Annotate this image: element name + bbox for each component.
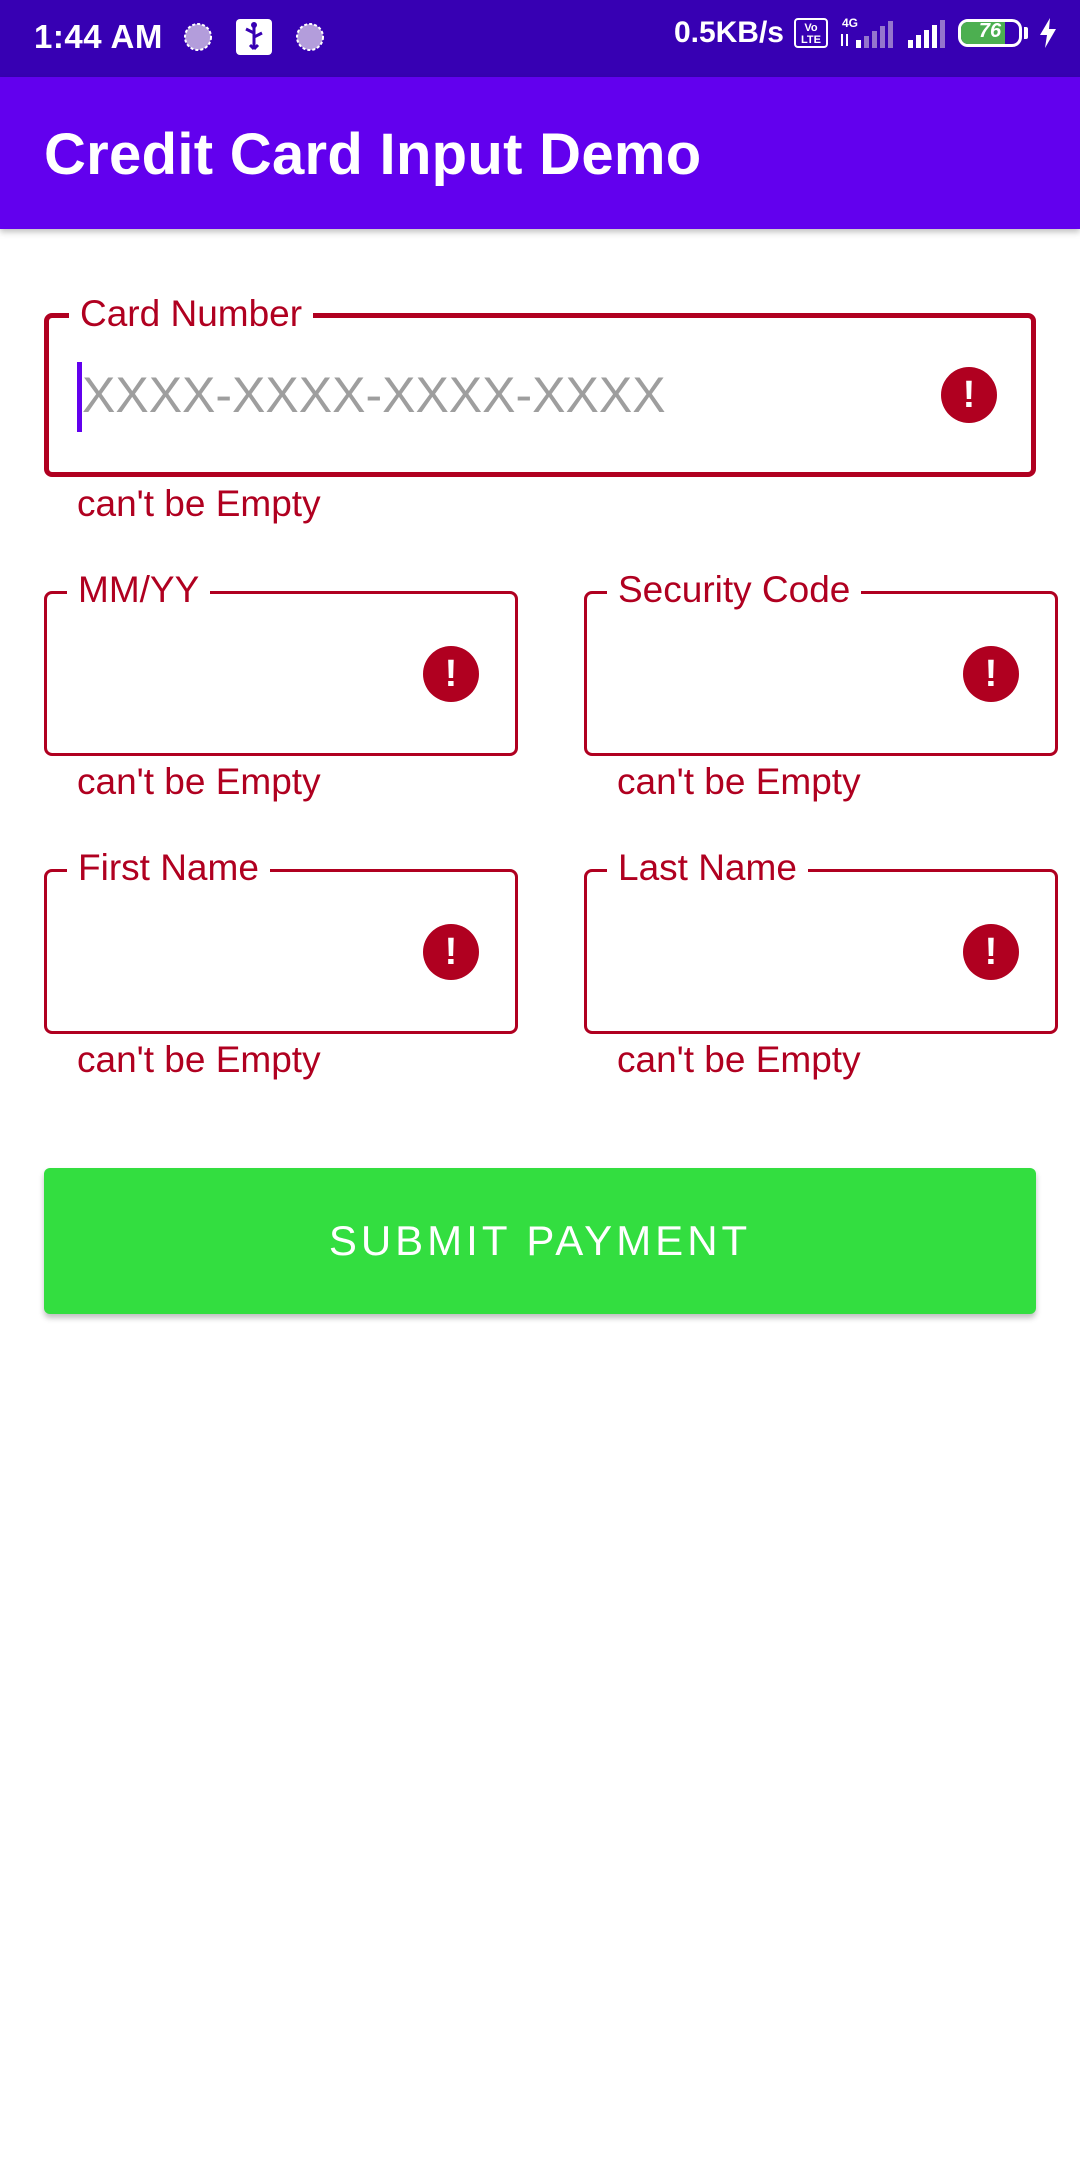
last-name-error: can't be Empty — [617, 1039, 861, 1080]
expiry-field[interactable]: MM/YY ! — [44, 566, 518, 756]
status-time: 1:44 AM — [34, 18, 163, 55]
last-name-label: Last Name — [607, 844, 808, 892]
submit-payment-button[interactable]: SUBMIT PAYMENT — [44, 1168, 1036, 1314]
error-icon: ! — [423, 923, 479, 980]
card-number-placeholder: XXXX-XXXX-XXXX-XXXX — [82, 367, 666, 423]
security-code-field[interactable]: Security Code ! — [584, 566, 1058, 756]
signal-4g-icon: 4G — [841, 16, 893, 48]
net-speed: 0.5KB/s — [673, 16, 784, 49]
card-number-label: Card Number — [69, 290, 314, 338]
usb-icon — [236, 19, 272, 55]
battery-level: 76 — [978, 20, 1002, 42]
battery-tip — [1024, 27, 1028, 39]
svg-text:Vo: Vo — [804, 22, 818, 34]
page-title: Credit Card Input Demo — [44, 122, 702, 187]
notification-dot-icon — [296, 23, 324, 51]
card-number-field[interactable]: Card Number XXXX-XXXX-XXXX-XXXX ! — [44, 290, 1036, 477]
app-bar: Credit Card Input Demo — [0, 77, 1080, 229]
security-code-error: can't be Empty — [617, 761, 861, 802]
error-icon: ! — [963, 645, 1019, 702]
notification-dot-icon — [184, 23, 212, 51]
signal-icon — [908, 20, 945, 48]
volte-icon: Vo LTE — [794, 18, 828, 48]
security-code-label: Security Code — [607, 566, 862, 614]
error-icon: ! — [963, 923, 1019, 980]
svg-text:LTE: LTE — [801, 34, 821, 46]
card-number-error: can't be Empty — [77, 483, 321, 524]
expiry-error: can't be Empty — [77, 761, 321, 802]
status-bar: 1:44 AM 0.5KB/s Vo LTE 4G 76 — [0, 0, 1080, 77]
error-icon: ! — [941, 367, 997, 423]
error-icon: ! — [423, 645, 479, 702]
expiry-label: MM/YY — [67, 566, 211, 614]
first-name-label: First Name — [67, 844, 270, 892]
battery-icon: 76 — [958, 19, 1022, 47]
charging-bolt-icon — [1040, 18, 1056, 48]
first-name-error: can't be Empty — [77, 1039, 321, 1080]
status-left-icons — [182, 19, 326, 55]
first-name-field[interactable]: First Name ! — [44, 844, 518, 1034]
svg-text:4G: 4G — [842, 16, 858, 30]
status-right: 0.5KB/s Vo LTE 4G 76 — [674, 16, 1058, 50]
last-name-field[interactable]: Last Name ! — [584, 844, 1058, 1034]
